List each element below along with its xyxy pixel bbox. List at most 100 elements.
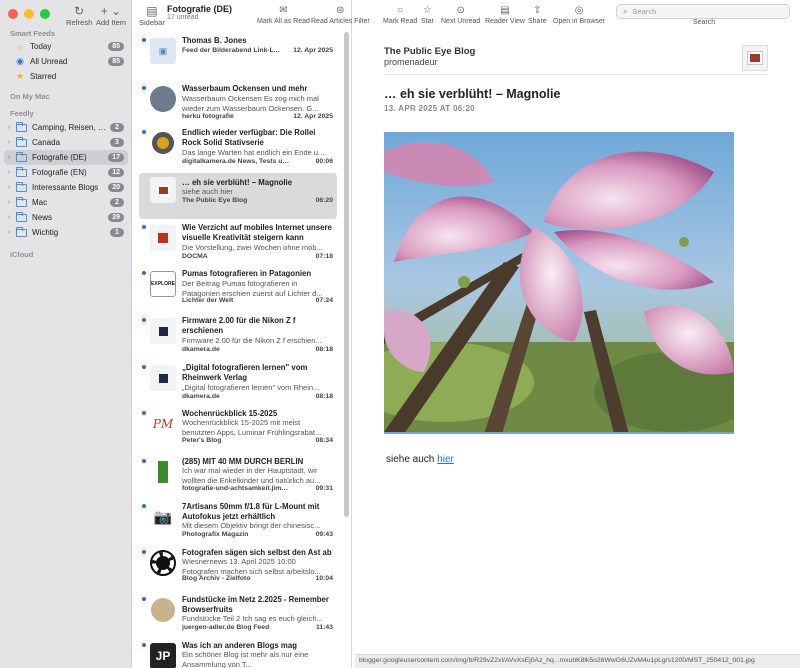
article-date: 09:43 [315,531,333,538]
chevron-right-icon[interactable]: › [4,229,14,236]
list-item[interactable]: Fotografen sägen sich selbst den Ast ab … [139,546,337,594]
list-item[interactable]: Wasserbaum Ockensen und mehr Wasserbaum … [139,82,337,130]
list-item[interactable]: „Digital fotografieren lernen" vom Rhein… [139,361,337,409]
sidebar-folder-interessante-blogs[interactable]: › Interessante Blogs 20 [4,180,128,195]
hier-link[interactable]: hier [437,454,454,465]
chevron-right-icon[interactable]: › [4,139,14,146]
unread-dot-icon [142,643,146,647]
list-item[interactable]: PM Wochenrückblick 15-2025 Wochenrückbli… [139,407,337,455]
zoom-window-button[interactable] [40,9,50,19]
sidebar-item-starred[interactable]: ★ Starred [4,69,128,84]
list-item[interactable]: Endlich wieder verfügbar: Die Rollei Roc… [139,126,337,174]
article-date: 10:04 [315,575,333,582]
chevron-right-icon[interactable]: › [4,184,14,191]
chevron-right-icon[interactable]: › [4,124,14,131]
toggle-sidebar-button[interactable]: ▤ Sidebar [139,4,165,27]
chevron-right-icon[interactable]: › [4,154,14,161]
folder-icon [16,121,27,132]
folder-icon [16,181,27,192]
sidebar-folder-camping[interactable]: › Camping, Reisen, Ge... 2 [4,120,128,135]
close-window-button[interactable] [8,9,18,19]
article-summary: Die Vorstellung, zwei Wochen ohne mob... [182,243,323,252]
article-title: Wie Verzicht auf mobiles Internet unsere… [182,223,332,242]
folder-icon [16,211,27,222]
unread-count-badge: 85 [108,42,124,51]
article-date: 08:34 [315,437,333,444]
list-item[interactable]: EXPLORE Pumas fotografieren in Patagonie… [139,267,337,315]
article-source: digitalkamera.de News, Tests und... [182,158,292,165]
chevron-right-icon[interactable]: › [4,214,14,221]
list-item[interactable]: Fundstücke im Netz 2.2025 - Remember Bro… [139,593,337,641]
window-controls [8,9,50,19]
article-summary: Der Beitrag Pumas fotografieren in Patag… [182,279,323,298]
read-articles-filter-button[interactable]: ⊜ Read Articles Filter [311,4,370,25]
unread-count-badge: 29 [108,213,124,222]
unread-count-badge: 3 [110,138,124,147]
list-item[interactable]: 📷 7Artisans 50mm f/1.8 für L-Mount mit A… [139,500,337,548]
folder-icon [16,151,27,162]
unread-dot-icon [142,411,146,415]
add-item-button[interactable]: + ⌄ Add Item [96,4,126,27]
article-summary: siehe auch hier [182,187,233,196]
article-source: Peter's Blog [182,437,222,444]
article-summary: Wiesnernews 13. April 2025 10:00 Fotogra… [182,557,321,576]
list-item[interactable]: Firmware 2.00 für die Nikon Z f erschien… [139,314,337,362]
article-title: Firmware 2.00 für die Nikon Z f erschien… [182,316,296,335]
article-title: Pumas fotografieren in Patagonien [182,269,312,278]
blog-name[interactable]: The Public Eye Blog [384,46,475,57]
article-source: Blog Archiv - Zielfoto [182,575,251,582]
share-button[interactable]: ⇪ Share [528,4,547,25]
minimize-window-button[interactable] [24,9,34,19]
article-source: juergen-adler.de Blog Feed [182,624,270,631]
article-summary: Wasserbaum Ockensen Es zog mich mal wied… [182,94,319,113]
article-date: 06:20 [315,197,333,204]
open-in-browser-button[interactable]: ◎ Open in Browser [553,4,605,25]
refresh-button[interactable]: ↻ Refresh [66,4,92,27]
reader-view-button[interactable]: ▤ Reader View [485,4,525,25]
unread-summary: 17 unread [167,14,199,21]
filter-icon: ⊜ [336,5,345,16]
unread-dot-icon [142,550,146,554]
chevron-right-icon[interactable]: › [4,199,14,206]
article-date: 07:24 [315,297,333,304]
search-input[interactable]: ⌕ Search [616,4,790,19]
sidebar-folder-wichtig[interactable]: › Wichtig 1 [4,225,128,240]
article-title: 7Artisans 50mm f/1.8 für L-Mount mit Aut… [182,502,320,521]
next-unread-button[interactable]: ⊙ Next Unread [441,4,480,25]
article-title: „Digital fotografieren lernen" vom Rhein… [182,363,308,382]
sidebar-item-today[interactable]: ☼ Today 85 [4,39,128,54]
feed-title: Fotografie (DE) [167,4,232,14]
unread-dot-icon [142,271,146,275]
list-scrollbar[interactable] [344,32,349,517]
plus-icon: + ⌄ [100,4,122,18]
article-summary: „Digital fotografieren lernen" vom Rhein… [182,383,320,392]
sidebar-folder-canada[interactable]: › Canada 3 [4,135,128,150]
sidebar-folder-news[interactable]: › News 29 [4,210,128,225]
article-source: fotografie-und-achtsamkeit.jimdof... [182,485,292,492]
mark-all-read-button[interactable]: ✉ Mark All as Read [257,4,310,25]
list-item[interactable]: ▣ Thomas B. Jones Feed der Bilderabend L… [139,34,337,64]
mark-read-button[interactable]: ○ Mark Read [383,4,417,25]
list-item[interactable]: Wie Verzicht auf mobiles Internet unsere… [139,221,337,269]
feedly-header: Feedly [10,109,34,118]
article-summary: Wochenrückblick 15-2025 mit meist benutz… [182,418,322,437]
sidebar-item-all-unread[interactable]: ◉ All Unread 85 [4,54,128,69]
article-source: herku fotografie [182,113,234,120]
sidebar-folder-mac[interactable]: › Mac 2 [4,195,128,210]
list-item[interactable]: JP Was ich an anderen Blogs mag Ein schö… [139,639,337,668]
sidebar-icon: ▤ [146,4,158,18]
chevron-right-icon[interactable]: › [4,169,14,176]
star-button[interactable]: ☆ Star [421,4,434,25]
unread-circle-icon: ◉ [16,56,24,66]
divider [384,74,768,75]
list-item[interactable]: (285) MIT 40 MM DURCH BERLIN Ich war mal… [139,455,337,503]
article-datetime: 13. APR 2025 AT 06:20 [384,104,475,113]
feed-logo [150,318,176,344]
sidebar-folder-fotografie-de[interactable]: › Fotografie (DE) 17 [4,150,128,165]
article-heading: … eh sie verblüht! – Magnolie [384,87,561,101]
sidebar-folder-fotografie-en[interactable]: › Fotografie (EN) 12 [4,165,128,180]
search-label: Search [693,19,716,26]
list-item-selected[interactable]: … eh sie verblüht! – Magnolie siehe auch… [139,173,337,219]
article-date: 12. Apr 2025 [293,47,333,54]
article-source: dkamera.de [182,393,220,400]
